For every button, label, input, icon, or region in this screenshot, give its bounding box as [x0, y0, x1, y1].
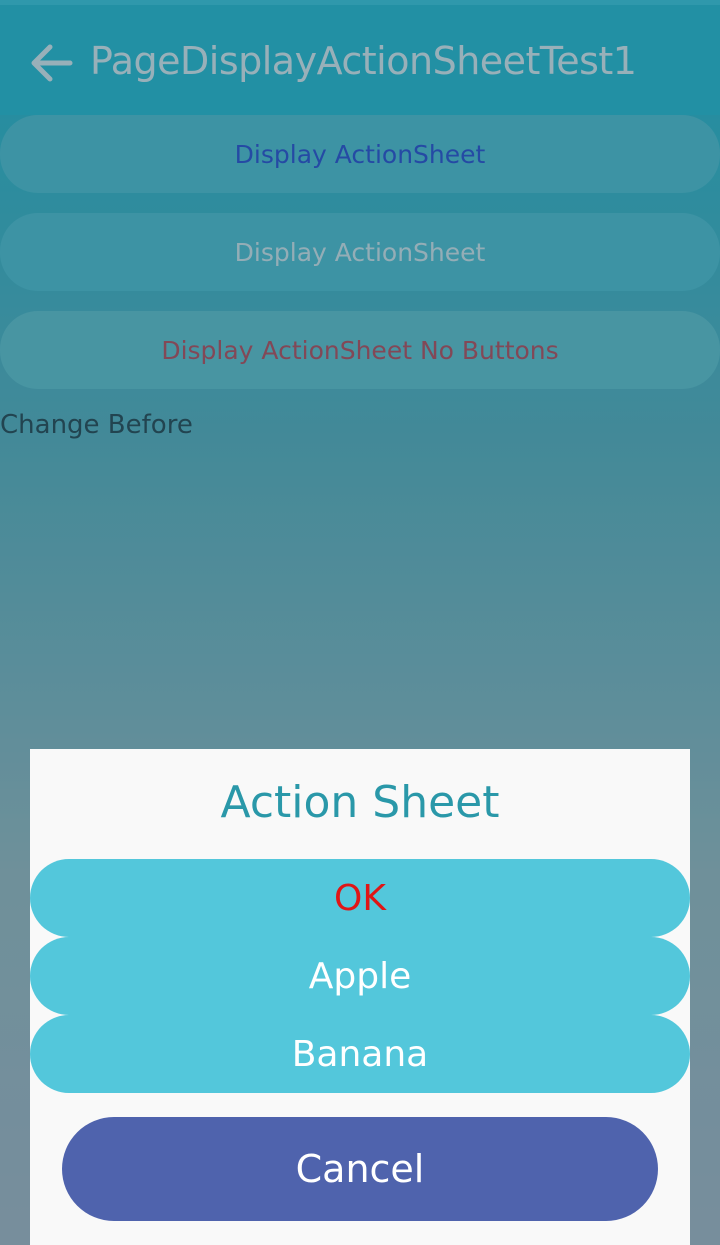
option-banana-button[interactable]: Banana	[30, 1015, 690, 1093]
option-apple-button[interactable]: Apple	[30, 937, 690, 1015]
action-sheet-title: Action Sheet	[220, 777, 500, 828]
app-screen: PageDisplayActionSheetTest1 Display Acti…	[0, 0, 720, 1245]
cancel-button[interactable]: Cancel	[62, 1117, 658, 1221]
action-sheet-dialog: Action Sheet OK Apple Banana Cancel	[30, 749, 690, 1245]
option-ok-button[interactable]: OK	[30, 859, 690, 937]
